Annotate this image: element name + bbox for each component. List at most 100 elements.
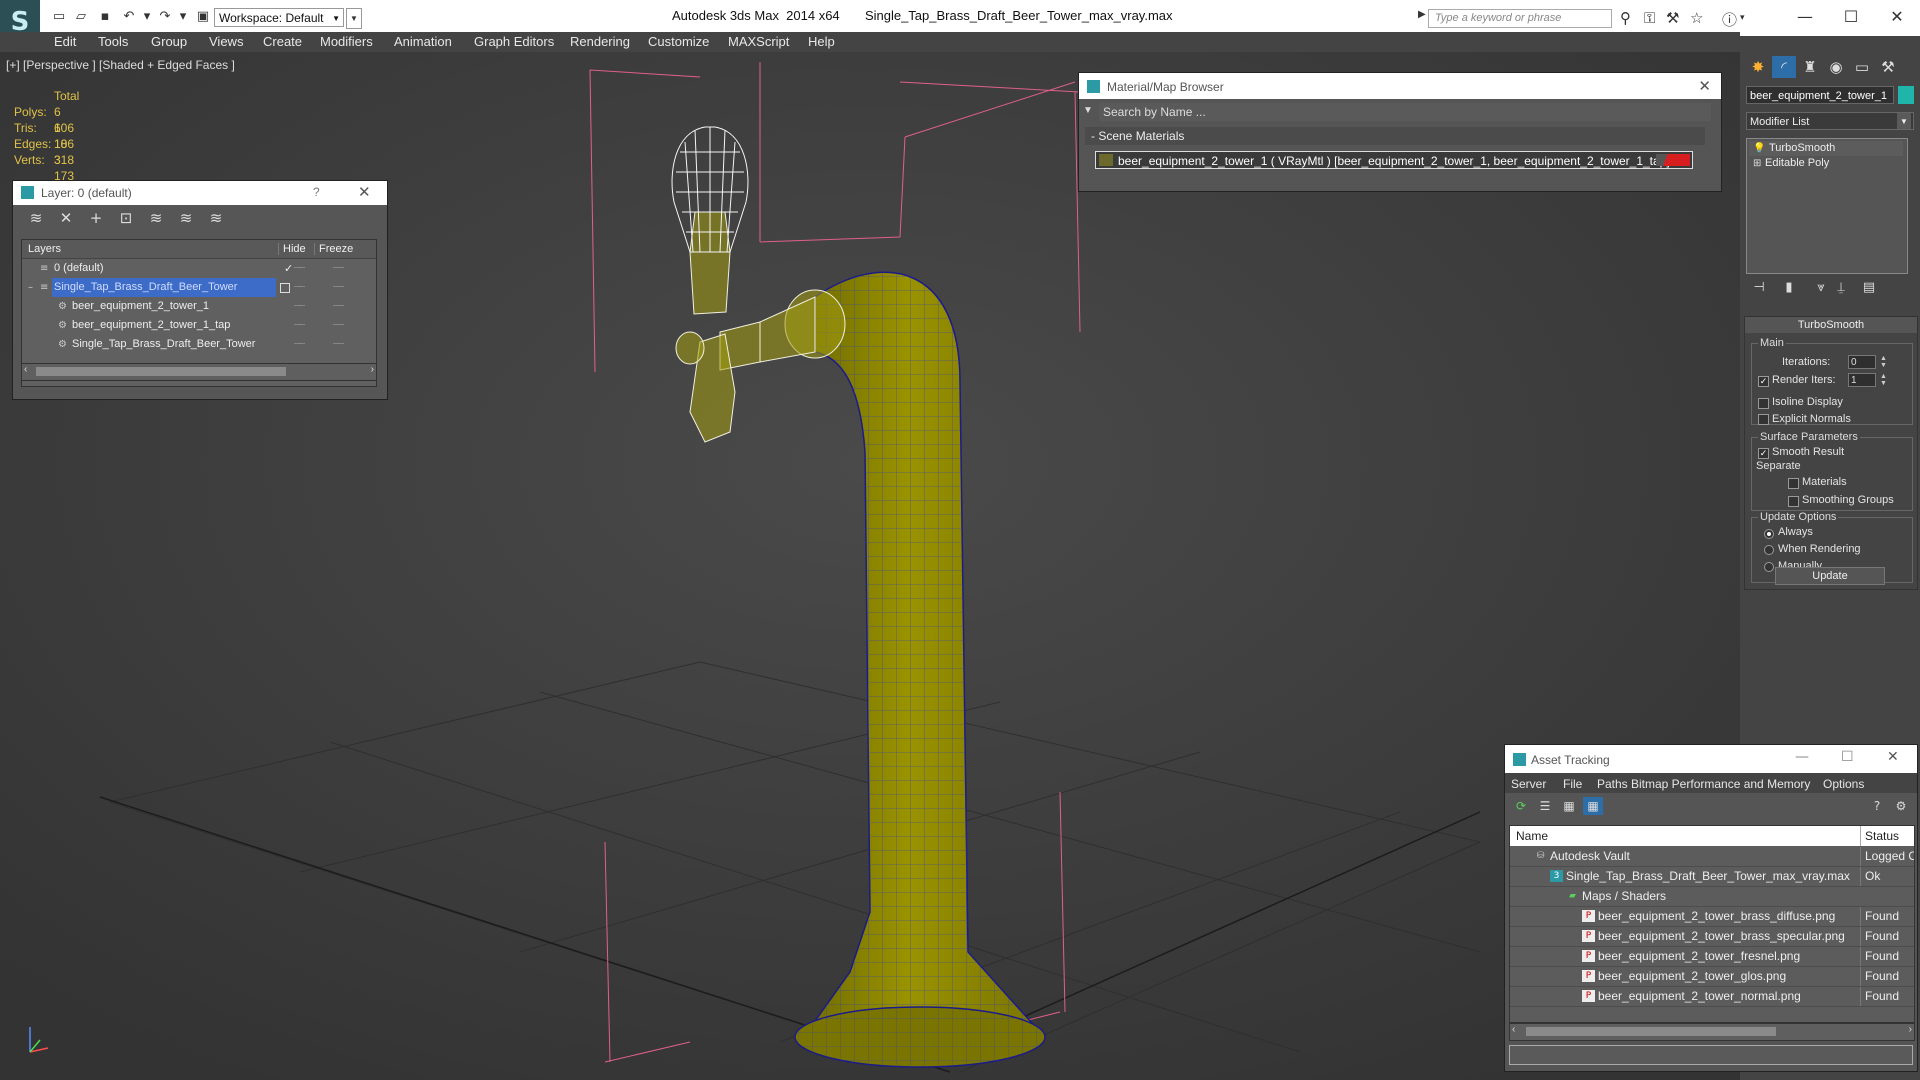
hide-toggle[interactable]: ┄┄ — [294, 278, 305, 297]
show-end-result-icon[interactable]: ▮ — [1780, 280, 1798, 295]
asset-menu-file[interactable]: File — [1563, 777, 1582, 791]
maximize-button[interactable]: ☐ — [1828, 4, 1874, 30]
filter-dropdown-icon[interactable]: ▼ — [1083, 105, 1093, 116]
asset-row[interactable]: ▰ Maps / Shaders — [1510, 887, 1914, 907]
object-color-swatch[interactable] — [1898, 86, 1914, 104]
menu-edit[interactable]: Edit — [54, 34, 76, 49]
subscription-icon[interactable]: ⚒ — [1666, 9, 1679, 27]
create-tab-icon[interactable]: ✸ — [1746, 56, 1770, 78]
expand-icon[interactable]: ⊞ — [1753, 156, 1761, 171]
lightbulb-icon[interactable]: 💡 — [1753, 141, 1765, 156]
select-objects-icon[interactable]: ⊡ — [115, 209, 137, 227]
menu-tools[interactable]: Tools — [98, 34, 128, 49]
highlight-layer-icon[interactable]: ≋ — [145, 209, 167, 227]
menu-group[interactable]: Group — [151, 34, 187, 49]
undo-icon[interactable]: ↶ — [120, 9, 138, 25]
scrollbar-thumb[interactable] — [36, 367, 286, 376]
asset-row[interactable]: P beer_equipment_2_tower_normal.png Foun… — [1510, 987, 1914, 1007]
remove-modifier-icon[interactable]: ⍊ — [1832, 280, 1850, 295]
material-item[interactable]: beer_equipment_2_tower_1 ( VRayMtl ) [be… — [1095, 151, 1693, 169]
render-iters-spinner[interactable]: 1 — [1848, 373, 1876, 387]
spinner-arrows-icon[interactable]: ▲ ▼ — [1880, 355, 1887, 369]
layer-row-selected[interactable]: – ≡ Single_Tap_Brass_Draft_Beer_Tower ┄┄… — [22, 278, 376, 297]
hide-all-layers-icon[interactable]: ≋ — [175, 209, 197, 227]
scene-materials-section[interactable]: - Scene Materials — [1085, 127, 1705, 145]
help-dropdown-icon[interactable]: ▾ — [1740, 13, 1745, 23]
layer-object-row[interactable]: ⚙ beer_equipment_2_tower_1_tap ┄┄ ┄┄ — [22, 316, 376, 335]
update-button[interactable]: Update — [1775, 567, 1885, 585]
layer-row[interactable]: ≡ 0 (default) ✓ ┄┄ ┄┄ — [22, 259, 376, 278]
freeze-toggle[interactable]: ┄┄ — [333, 278, 344, 297]
refresh-icon[interactable]: ⟳ — [1511, 797, 1531, 815]
maximize-icon[interactable]: ☐ — [1841, 749, 1854, 765]
layer-horizontal-scrollbar[interactable]: ‹ › — [21, 363, 377, 381]
col-layers[interactable]: Layers — [28, 243, 61, 255]
col-status[interactable]: Status — [1860, 826, 1899, 846]
always-radio[interactable] — [1764, 529, 1774, 539]
col-freeze[interactable]: Freeze — [314, 243, 353, 255]
asset-row[interactable]: P beer_equipment_2_tower_glos.png Found — [1510, 967, 1914, 987]
freeze-all-layers-icon[interactable]: ≋ — [205, 209, 227, 227]
asset-menu-server[interactable]: Server — [1511, 777, 1546, 791]
menu-help[interactable]: Help — [808, 34, 835, 49]
delete-layer-icon[interactable]: ✕ — [55, 209, 77, 227]
table-view-icon[interactable]: ▦ — [1583, 797, 1603, 815]
menu-graph-editors[interactable]: Graph Editors — [474, 34, 554, 49]
hide-toggle[interactable]: ┄┄ — [294, 316, 305, 335]
materials-checkbox[interactable] — [1788, 478, 1799, 489]
manually-radio[interactable] — [1764, 562, 1774, 572]
binoculars-icon[interactable]: ⚲ — [1620, 9, 1631, 27]
viewport-label[interactable]: [+] [Perspective ] [Shaded + Edged Faces… — [6, 58, 235, 72]
quick-access-customize-icon[interactable]: ▼ — [346, 8, 362, 29]
col-hide[interactable]: Hide — [278, 243, 306, 255]
stack-item-editable-poly[interactable]: ⊞ Editable Poly — [1749, 156, 1903, 171]
configure-modifier-sets-icon[interactable]: ▤ — [1860, 280, 1878, 295]
hierarchy-tab-icon[interactable]: ♜ — [1798, 56, 1822, 78]
asset-menu-options[interactable]: Options — [1823, 777, 1864, 791]
menu-views[interactable]: Views — [209, 34, 243, 49]
close-icon[interactable]: ✕ — [358, 183, 371, 201]
pin-stack-icon[interactable]: ⊣ — [1750, 280, 1768, 295]
help-icon[interactable]: ? — [1867, 797, 1887, 815]
help-icon[interactable]: ⓘ — [1722, 9, 1737, 30]
asset-row[interactable]: P beer_equipment_2_tower_brass_specular.… — [1510, 927, 1914, 947]
iterations-spinner[interactable]: 0 — [1848, 355, 1876, 369]
create-layer-icon[interactable]: ≋ — [25, 209, 47, 227]
freeze-toggle[interactable]: ┄┄ — [333, 335, 344, 354]
smooth-result-checkbox[interactable]: ✓ — [1758, 448, 1769, 459]
motion-tab-icon[interactable]: ◉ — [1824, 56, 1848, 78]
project-folder-icon[interactable]: ▣ — [194, 9, 212, 25]
hide-toggle[interactable]: ┄┄ — [294, 259, 305, 278]
favorites-star-icon[interactable]: ☆ — [1690, 9, 1703, 27]
material-search-input[interactable]: Search by Name ... — [1099, 103, 1711, 121]
modify-tab-icon[interactable]: ◜ — [1772, 56, 1796, 78]
thumbnail-view-icon[interactable]: ▦ — [1559, 797, 1579, 815]
utilities-tab-icon[interactable]: ⚒ — [1876, 56, 1900, 78]
asset-menu-bitmap[interactable]: Bitmap Performance and Memory — [1631, 777, 1810, 791]
menu-rendering[interactable]: Rendering — [570, 34, 630, 49]
undo-dropdown-icon[interactable]: ▾ — [138, 9, 156, 25]
freeze-toggle[interactable]: ┄┄ — [333, 297, 344, 316]
menu-create[interactable]: Create — [263, 34, 302, 49]
display-tab-icon[interactable]: ▭ — [1850, 56, 1874, 78]
render-iters-checkbox[interactable]: ✓ — [1758, 376, 1769, 387]
spinner-arrows-icon[interactable]: ▲ ▼ — [1880, 373, 1887, 387]
asset-row[interactable]: ⛁ Autodesk Vault Logged O — [1510, 847, 1914, 867]
scroll-left-icon[interactable]: ‹ — [24, 364, 27, 375]
smoothing-groups-checkbox[interactable] — [1788, 496, 1799, 507]
active-layer-toggle[interactable] — [280, 283, 290, 293]
isoline-checkbox[interactable] — [1758, 398, 1769, 409]
object-name-field[interactable]: beer_equipment_2_tower_1 — [1746, 86, 1894, 104]
modifier-list-dropdown[interactable]: Modifier List ▼ — [1746, 112, 1914, 130]
hide-toggle[interactable]: ┄┄ — [294, 297, 305, 316]
layer-object-row[interactable]: ⚙ Single_Tap_Brass_Draft_Beer_Tower ┄┄ ┄… — [22, 335, 376, 354]
material-browser-titlebar[interactable]: Material/Map Browser ✕ — [1079, 73, 1721, 99]
menu-maxscript[interactable]: MAXScript — [728, 34, 789, 49]
rollout-header[interactable]: TurboSmooth — [1745, 317, 1917, 333]
minimize-icon[interactable]: — — [1795, 749, 1809, 765]
menu-modifiers[interactable]: Modifiers — [320, 34, 373, 49]
help-icon[interactable]: ? — [313, 185, 320, 199]
scrollbar-thumb[interactable] — [1526, 1027, 1776, 1036]
menu-customize[interactable]: Customize — [648, 34, 709, 49]
freeze-toggle[interactable]: ┄┄ — [333, 259, 344, 278]
